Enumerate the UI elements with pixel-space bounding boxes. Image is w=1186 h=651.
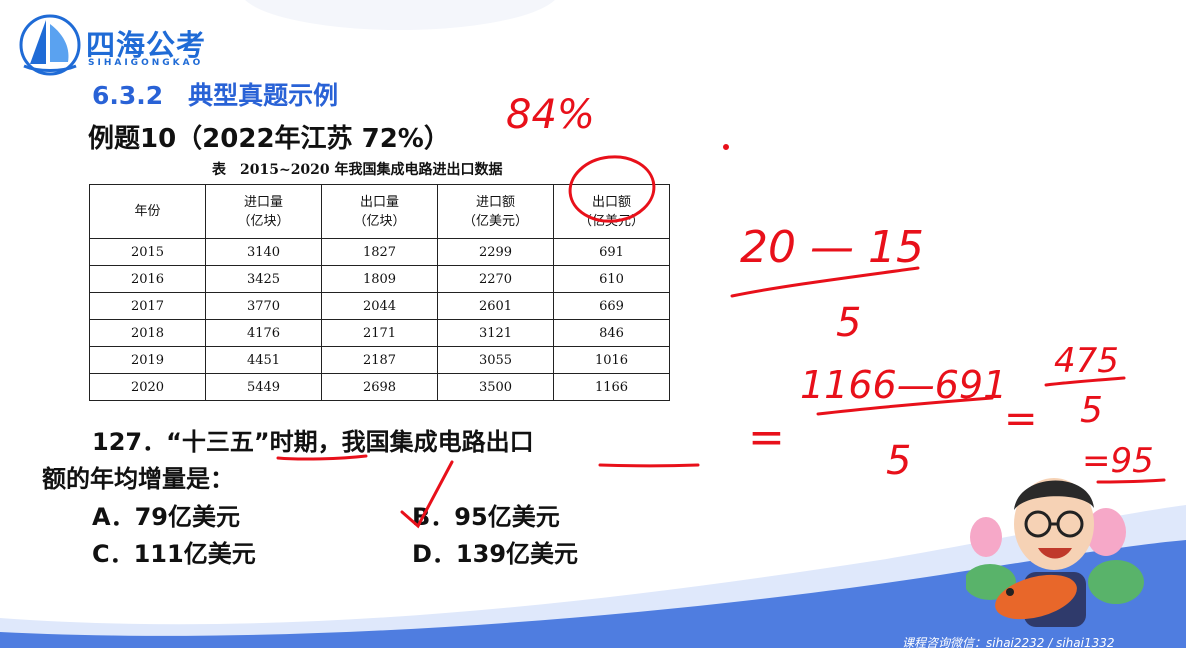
table-cell: 1166 [553,373,670,401]
header-import-volume: 进口量 （亿块） [205,184,322,239]
table-cell: 2015 [89,238,206,266]
table-cell: 2187 [321,346,438,374]
table-cell: 2019 [89,346,206,374]
footer-contact: 课程咨询微信：sihai2232 / sihai1332 [902,636,1115,650]
table-row: 2016 3425 1809 2270 610 [89,265,670,293]
table-cell: 2171 [321,319,438,347]
logo-subtitle: SIHAIGONGKAO [88,58,204,68]
table-cell: 669 [553,292,670,320]
table-cell: 1827 [321,238,438,266]
table-cell: 2016 [89,265,206,293]
table-cell: 2601 [437,292,554,320]
table-cell: 2017 [89,292,206,320]
table-cell: 3055 [437,346,554,374]
table-cell: 3140 [205,238,322,266]
table-caption: 表 2015~2020 年我国集成电路进出口数据 [212,162,503,178]
table-cell: 2698 [321,373,438,401]
table-cell: 691 [553,238,670,266]
table-row: 2018 4176 2171 3121 846 [89,319,670,347]
question-text-line2: 额的年均增量是： [42,465,234,493]
example-title: 例题10（2022年江苏 72%） [88,124,450,154]
table-row: 2017 3770 2044 2601 669 [89,292,670,320]
table-cell: 2020 [89,373,206,401]
question-text-line1: 127．“十三五”时期，我国集成电路出口 [92,428,534,456]
teacher-avatar [966,478,1144,627]
table-cell: 610 [553,265,670,293]
table-cell: 2044 [321,292,438,320]
table-cell: 846 [553,319,670,347]
table-cell: 3500 [437,373,554,401]
table-row: 2019 4451 2187 3055 1016 [89,346,670,374]
table-row: 2020 5449 2698 3500 1166 [89,373,670,401]
table-cell: 2299 [437,238,554,266]
table-cell: 3770 [205,292,322,320]
table-cell: 3425 [205,265,322,293]
table-cell: 1016 [553,346,670,374]
table-cell: 2270 [437,265,554,293]
table-cell: 3121 [437,319,554,347]
option-a: A．79亿美元 [92,503,240,531]
table-cell: 4451 [205,346,322,374]
table-header-row: 年份 进口量 （亿块） 出口量 （亿块） 进口额 （亿美元） 出口额 （亿美元） [89,184,670,239]
header-import-value: 进口额 （亿美元） [437,184,554,239]
table-cell: 5449 [205,373,322,401]
table-cell: 2018 [89,319,206,347]
option-c: C．111亿美元 [92,540,256,568]
logo-sail-icon [19,14,81,76]
option-b: B．95亿美元 [412,503,560,531]
header-export-value: 出口额 （亿美元） [553,184,670,239]
header-year: 年份 [89,184,206,239]
header-export-volume: 出口量 （亿块） [321,184,438,239]
section-title: 6.3.2 典型真题示例 [92,81,339,110]
table-cell: 4176 [205,319,322,347]
option-d: D．139亿美元 [412,540,579,568]
data-table: 年份 进口量 （亿块） 出口量 （亿块） 进口额 （亿美元） 出口额 （亿美元） 201… [89,184,670,401]
table-row: 2015 3140 1827 2299 691 [89,238,670,266]
table-cell: 1809 [321,265,438,293]
